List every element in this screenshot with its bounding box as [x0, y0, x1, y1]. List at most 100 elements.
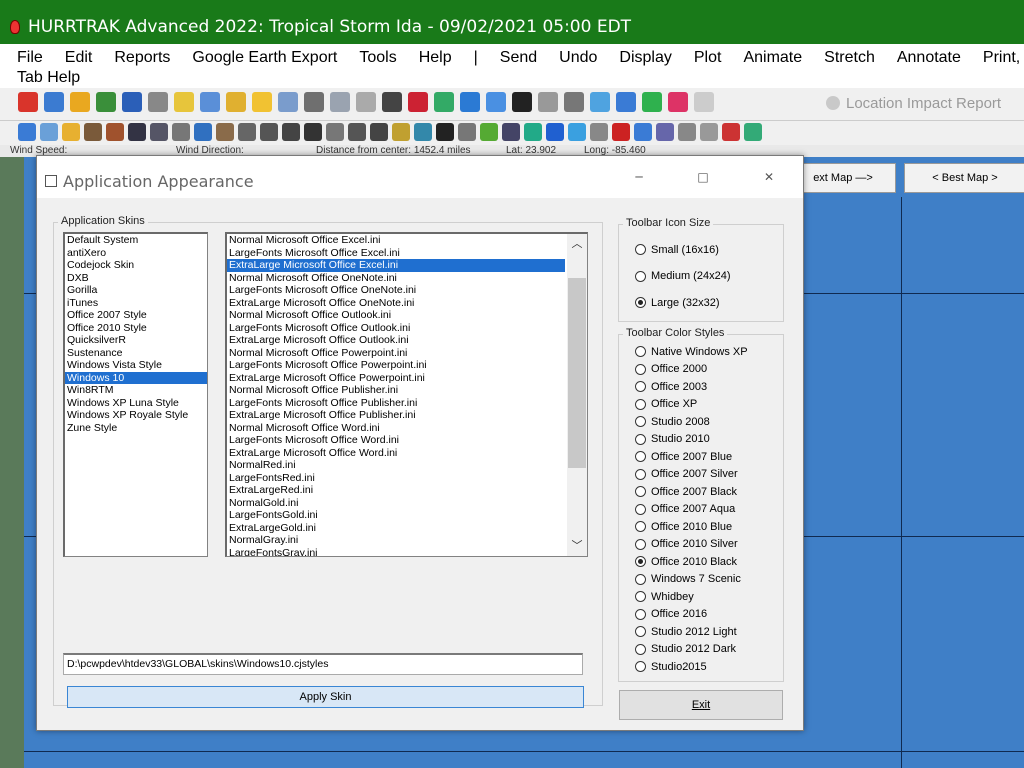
menu-item-annotate[interactable]: Annotate	[897, 49, 961, 67]
skin-list-item[interactable]: Windows 10	[65, 371, 207, 384]
toolbar-button-icon[interactable]	[590, 92, 610, 112]
radio-button-icon[interactable]	[635, 244, 646, 255]
ini-list-item[interactable]: NormalRed.ini	[227, 459, 565, 472]
ini-list-item[interactable]: ExtraLarge Microsoft Office Powerpoint.i…	[227, 372, 565, 385]
toolbar-button-icon[interactable]	[524, 123, 542, 141]
toolbar-button-icon[interactable]	[84, 123, 102, 141]
color-style-option[interactable]: Office 2010 Blue	[635, 518, 732, 535]
skin-list-item[interactable]: Gorilla	[65, 284, 207, 297]
toolbar-button-icon[interactable]	[348, 123, 366, 141]
icon-size-option[interactable]: Small (16x16)	[635, 241, 719, 258]
minimize-icon[interactable]: ─	[629, 170, 649, 184]
color-style-option[interactable]: Windows 7 Scenic	[635, 571, 741, 588]
color-style-option[interactable]: Office 2010 Silver	[635, 536, 738, 553]
radio-button-icon[interactable]	[635, 451, 646, 462]
radio-button-icon[interactable]	[635, 486, 646, 497]
toolbar-button-icon[interactable]	[694, 92, 714, 112]
toolbar-button-icon[interactable]	[392, 123, 410, 141]
toolbar-button-icon[interactable]	[678, 123, 696, 141]
radio-button-icon[interactable]	[635, 573, 646, 585]
toolbar-button-icon[interactable]	[382, 92, 402, 112]
toolbar-button-icon[interactable]	[616, 92, 636, 112]
skins-listbox[interactable]: Default System antiXero Codejock Skin DXB Go…	[63, 232, 208, 557]
color-style-option[interactable]: Studio 2008	[635, 413, 710, 430]
toolbar-button-icon[interactable]	[564, 92, 584, 112]
menu-item-reports[interactable]: Reports	[114, 49, 170, 67]
radio-button-icon[interactable]	[635, 521, 646, 532]
skin-list-item[interactable]: Windows Vista Style	[65, 359, 207, 372]
toolbar-button-icon[interactable]	[106, 123, 124, 141]
skin-list-item[interactable]: DXB	[65, 272, 207, 285]
menu-item-tab-help[interactable]: Tab Help	[17, 69, 80, 87]
toolbar-button-icon[interactable]	[216, 123, 234, 141]
toolbar-button-icon[interactable]	[700, 123, 718, 141]
color-style-option[interactable]: Office XP	[635, 396, 697, 413]
menu-item-tools[interactable]: Tools	[359, 49, 396, 67]
ini-list-item[interactable]: LargeFontsRed.ini	[227, 472, 565, 485]
toolbar-button-icon[interactable]	[434, 92, 454, 112]
toolbar-button-icon[interactable]	[642, 92, 662, 112]
toolbar-button-icon[interactable]	[18, 123, 36, 141]
location-impact-report-button[interactable]: Location Impact Report	[846, 95, 1001, 112]
skin-path-field[interactable]: D:\pcwpdev\htdev33\GLOBAL\skins\Windows1…	[63, 653, 583, 675]
ini-list-item[interactable]: Normal Microsoft Office Word.ini	[227, 422, 565, 435]
color-style-option[interactable]: Office 2000	[635, 361, 707, 378]
toolbar-button-icon[interactable]	[44, 92, 64, 112]
ini-list-item[interactable]: LargeFontsGray.ini	[227, 547, 565, 557]
maximize-icon[interactable]: □	[693, 170, 713, 184]
ini-list-scrollbar[interactable]: ︿ ﹀	[567, 234, 587, 556]
ini-list-item[interactable]: ExtraLarge Microsoft Office Outlook.ini	[227, 334, 565, 347]
exit-button[interactable]: Exit	[619, 690, 783, 720]
toolbar-button-icon[interactable]	[122, 92, 142, 112]
ini-list-item[interactable]: NormalGray.ini	[227, 534, 565, 547]
toolbar-button-icon[interactable]	[128, 123, 146, 141]
radio-button-icon[interactable]	[635, 270, 646, 282]
skin-list-item[interactable]: Win8RTM	[65, 384, 207, 397]
toolbar-button-icon[interactable]	[326, 123, 344, 141]
color-style-option[interactable]: Office 2016	[635, 606, 707, 623]
ini-list-item[interactable]: ExtraLarge Microsoft Office Excel.ini	[227, 259, 565, 272]
ini-list-item[interactable]: LargeFonts Microsoft Office Publisher.in…	[227, 397, 565, 410]
toolbar-button-icon[interactable]	[568, 123, 586, 141]
color-style-option[interactable]: Office 2010 Black	[635, 553, 737, 570]
toolbar-button-icon[interactable]	[546, 123, 564, 141]
toolbar-button-icon[interactable]	[486, 92, 506, 112]
close-icon[interactable]: ✕	[759, 170, 779, 184]
toolbar-button-icon[interactable]	[414, 123, 432, 141]
menu-item-help[interactable]: Help	[419, 49, 452, 67]
radio-button-icon[interactable]	[635, 626, 646, 637]
skin-list-item[interactable]: Sustenance	[65, 347, 207, 360]
apply-skin-button[interactable]: Apply Skin	[67, 686, 584, 708]
color-style-option[interactable]: Native Windows XP	[635, 343, 748, 360]
skin-list-item[interactable]: Office 2007 Style	[65, 309, 207, 322]
radio-button-icon[interactable]	[635, 556, 646, 567]
toolbar-button-icon[interactable]	[460, 92, 480, 112]
scroll-up-icon[interactable]: ︿	[567, 236, 587, 252]
skin-list-item[interactable]: QuicksilverR	[65, 334, 207, 347]
ini-list-item[interactable]: LargeFonts Microsoft Office OneNote.ini	[227, 284, 565, 297]
scroll-down-icon[interactable]: ﹀	[567, 538, 587, 554]
ini-files-listbox[interactable]: Normal Microsoft Office Excel.ini LargeFo…	[225, 232, 588, 557]
menu-item-stretch[interactable]: Stretch	[824, 49, 875, 67]
toolbar-button-icon[interactable]	[458, 123, 476, 141]
toolbar-button-icon[interactable]	[278, 92, 298, 112]
radio-button-icon[interactable]	[635, 297, 646, 308]
ini-list-item[interactable]: LargeFonts Microsoft Office Excel.ini	[227, 247, 565, 260]
ini-list-item[interactable]: NormalGold.ini	[227, 497, 565, 510]
toolbar-button-icon[interactable]	[70, 92, 90, 112]
ini-list-item[interactable]: Normal Microsoft Office Excel.ini	[227, 234, 565, 247]
menu-item-google-earth-export[interactable]: Google Earth Export	[192, 49, 337, 67]
radio-button-icon[interactable]	[635, 643, 646, 655]
ini-list-item[interactable]: Normal Microsoft Office Powerpoint.ini	[227, 347, 565, 360]
radio-button-icon[interactable]	[635, 608, 646, 620]
color-style-option[interactable]: Studio 2010	[635, 431, 710, 448]
best-map-button[interactable]: < Best Map >	[904, 163, 1024, 193]
toolbar-button-icon[interactable]	[200, 92, 220, 112]
toolbar-button-icon[interactable]	[538, 92, 558, 112]
color-style-option[interactable]: Office 2007 Black	[635, 483, 737, 500]
skin-list-item[interactable]: iTunes	[65, 297, 207, 310]
toolbar-button-icon[interactable]	[304, 123, 322, 141]
toolbar-button-icon[interactable]	[590, 123, 608, 141]
toolbar-button-icon[interactable]	[62, 123, 80, 141]
toolbar-button-icon[interactable]	[148, 92, 168, 112]
